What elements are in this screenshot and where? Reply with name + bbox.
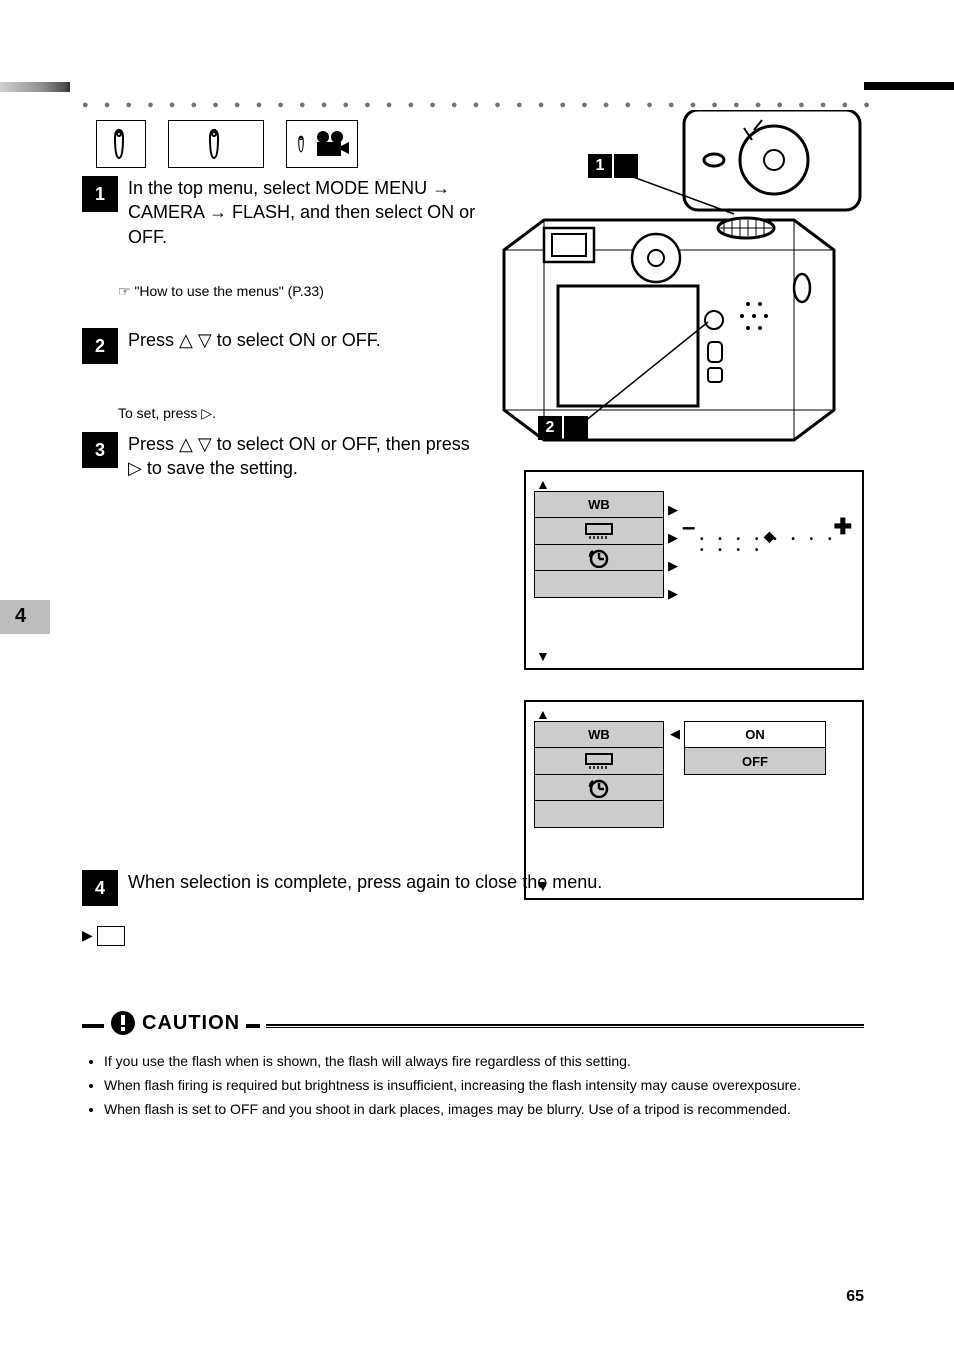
menu-screen-1: ▲ WB ▶▶▶▶ – • • • • • • • • • • • • ◆ ✚ …: [524, 470, 864, 670]
double-rule-left: [82, 1024, 104, 1028]
step-text: In the top menu, select MODE MENU → CAME…: [128, 176, 478, 249]
mode-dial-asm: [168, 120, 264, 168]
plus-icon: ✚: [834, 514, 852, 540]
minus-icon: –: [682, 514, 695, 542]
gauge-dots: • • • • • • • • • • • •: [700, 534, 852, 556]
callout-1: 1: [588, 154, 638, 178]
step-subtext: To set, press ▷.: [118, 402, 216, 424]
page-number: 65: [846, 1288, 864, 1306]
step-number: 4: [82, 870, 118, 906]
card-icon: [584, 522, 614, 540]
timer-icon: [588, 778, 610, 798]
caution-list: If you use the flash when is shown, the …: [82, 1050, 864, 1121]
page-corner-bar: [864, 82, 954, 90]
caution-item: If you use the flash when is shown, the …: [104, 1050, 864, 1074]
step-1: 1 In the top menu, select MODE MENU → CA…: [82, 176, 478, 249]
step-2: 2 Press △ ▽ to select ON or OFF.: [82, 328, 381, 364]
menu-item-3: [534, 774, 664, 802]
crossref-note: ☞ "How to use the menus" (P.33): [118, 280, 324, 302]
submenu-on: ON: [684, 721, 826, 749]
menu-list: WB: [534, 492, 664, 598]
callout-2: 2: [538, 416, 588, 440]
menu-item-4: [534, 570, 664, 598]
caution-label: CAUTION: [142, 1012, 240, 1035]
double-rule-mid: [246, 1024, 260, 1028]
step-text: Press △ ▽ to select ON or OFF, then pres…: [128, 432, 478, 481]
menu-item-4: [534, 800, 664, 828]
menu-item-3: [534, 544, 664, 572]
step-number: 1: [82, 176, 118, 212]
scroll-down-icon: ▼: [536, 878, 550, 894]
submenu: ON OFF: [684, 722, 826, 775]
menu-item-2: [534, 517, 664, 545]
page-gradient-bar: [0, 82, 70, 92]
menu-item-wb: WB: [534, 491, 664, 519]
caution-icon: [110, 1010, 136, 1036]
movie-icon: [315, 130, 349, 158]
gauge-marker-icon: ◆: [764, 528, 775, 545]
mode-dial-row: [96, 120, 358, 168]
mode-dial-movie: [286, 120, 358, 168]
caution-section: CAUTION If you use the flash when is sho…: [82, 1010, 864, 1121]
timer-icon: [588, 548, 610, 568]
menu-item-2: [534, 747, 664, 775]
menu-arrows: ▶▶▶▶: [668, 496, 678, 608]
caution-item: When flash is set to OFF and you shoot i…: [104, 1098, 864, 1122]
adjustment-gauge: – • • • • • • • • • • • • ◆ ✚: [682, 514, 852, 544]
inline-icon-box: [97, 926, 125, 946]
caution-item: When flash firing is required but bright…: [104, 1074, 864, 1098]
menu-item-wb: WB: [534, 721, 664, 749]
mode-dial-p: [96, 120, 146, 168]
double-rule-right: [266, 1024, 864, 1028]
camera-illustration: 1 2: [484, 110, 864, 450]
step-number: 3: [82, 432, 118, 468]
step-number: 2: [82, 328, 118, 364]
step-text: Press △ ▽ to select ON or OFF.: [128, 328, 381, 352]
submenu-off: OFF: [684, 747, 826, 775]
left-arrow-icon: ◀: [670, 726, 680, 742]
scroll-down-icon: ▼: [536, 648, 550, 664]
step-3: 3 Press △ ▽ to select ON or OFF, then pr…: [82, 432, 478, 481]
card-icon: [584, 752, 614, 770]
sub-note: ▶: [82, 924, 125, 946]
menu-screen-2: ▲ WB ◀ ON OFF ▼: [524, 700, 864, 900]
side-chapter-number: 4: [15, 605, 26, 628]
menu-list: WB: [534, 722, 664, 828]
